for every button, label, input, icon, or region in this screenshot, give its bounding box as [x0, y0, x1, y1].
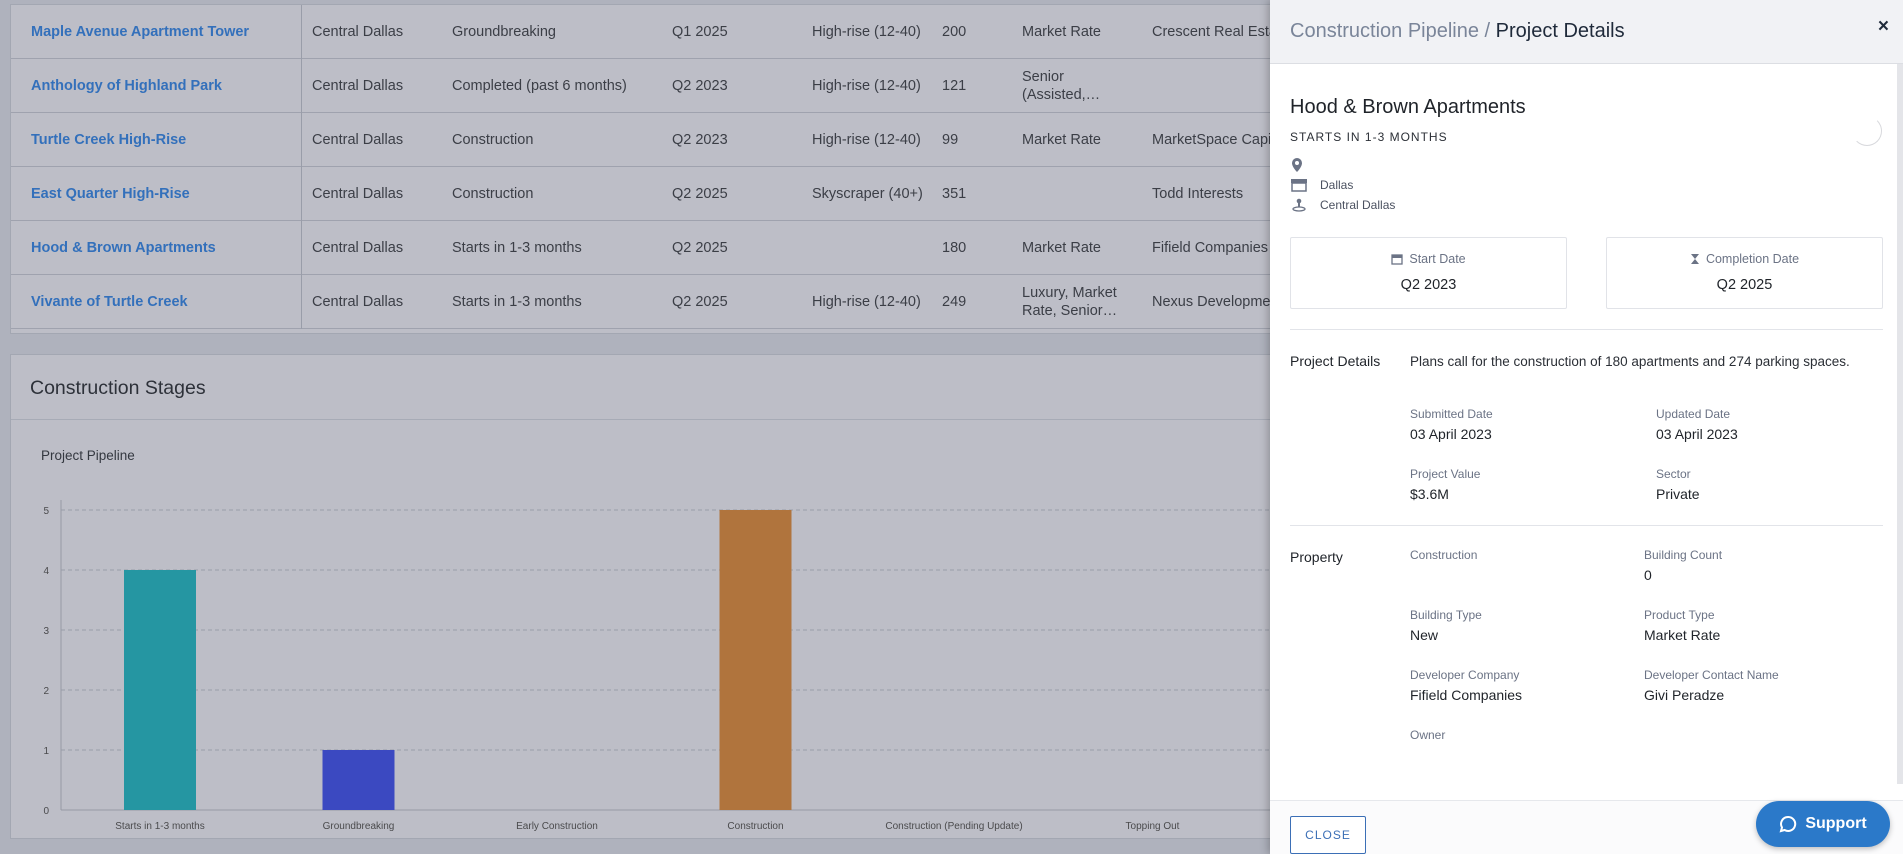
support-button[interactable]: Support: [1756, 801, 1890, 847]
calendar-icon: [1391, 254, 1404, 265]
chat-icon: [1779, 815, 1797, 833]
store-icon: [1291, 179, 1307, 192]
city-row: Dallas: [1290, 178, 1353, 192]
project-status: STARTS IN 1-3 MONTHS: [1290, 130, 1448, 144]
start-date-label: Start Date: [1409, 252, 1466, 266]
panel-scrollbar[interactable]: [1897, 64, 1903, 784]
owner: Owner: [1410, 728, 1446, 742]
region-row: Central Dallas: [1290, 198, 1395, 212]
project-value: Project Value $3.6M: [1410, 467, 1481, 502]
region-text: Central Dallas: [1320, 198, 1396, 212]
project-details-panel: Construction Pipeline / Project Details …: [1270, 0, 1903, 854]
region-icon: [1292, 198, 1306, 212]
divider: [1290, 525, 1883, 526]
loading-spinner-icon: [1852, 116, 1882, 146]
project-name: Hood & Brown Apartments: [1290, 96, 1526, 118]
completion-date-value: Q2 2025: [1716, 277, 1773, 293]
project-description: Plans call for the construction of 180 a…: [1410, 354, 1850, 369]
building-count: Building Count 0: [1644, 548, 1723, 583]
location-pin-icon: [1292, 158, 1302, 172]
hourglass-icon: [1690, 254, 1699, 264]
building-type: Building Type New: [1410, 608, 1482, 643]
close-button[interactable]: CLOSE: [1290, 816, 1366, 854]
support-label: Support: [1805, 815, 1867, 832]
completion-date-box: Completion Date Q2 2025: [1606, 237, 1883, 309]
breadcrumb: Construction Pipeline / Project Details: [1290, 20, 1625, 43]
sector: Sector Private: [1656, 467, 1700, 502]
updated-date: Updated Date 03 April 2023: [1656, 407, 1738, 442]
construction-field: Construction: [1410, 548, 1478, 562]
close-icon[interactable]: ×: [1878, 16, 1889, 38]
start-date-value: Q2 2023: [1400, 277, 1457, 293]
submitted-date: Submitted Date 03 April 2023: [1410, 407, 1493, 442]
breadcrumb-current: Project Details: [1495, 20, 1625, 42]
completion-date-label: Completion Date: [1705, 252, 1800, 266]
developer-contact-name: Developer Contact Name Givi Peradze: [1644, 668, 1779, 703]
city-text: Dallas: [1320, 178, 1354, 192]
panel-header: Construction Pipeline / Project Details …: [1270, 0, 1903, 64]
breadcrumb-parent[interactable]: Construction Pipeline /: [1290, 20, 1496, 42]
property-label: Property: [1290, 549, 1343, 565]
developer-company: Developer Company Fifield Companies: [1410, 668, 1523, 703]
project-details-label: Project Details: [1290, 353, 1381, 369]
product-type: Product Type Market Rate: [1644, 608, 1721, 643]
location-row: [1290, 157, 1316, 173]
start-date-box: Start Date Q2 2023: [1290, 237, 1567, 309]
divider: [1290, 329, 1883, 330]
